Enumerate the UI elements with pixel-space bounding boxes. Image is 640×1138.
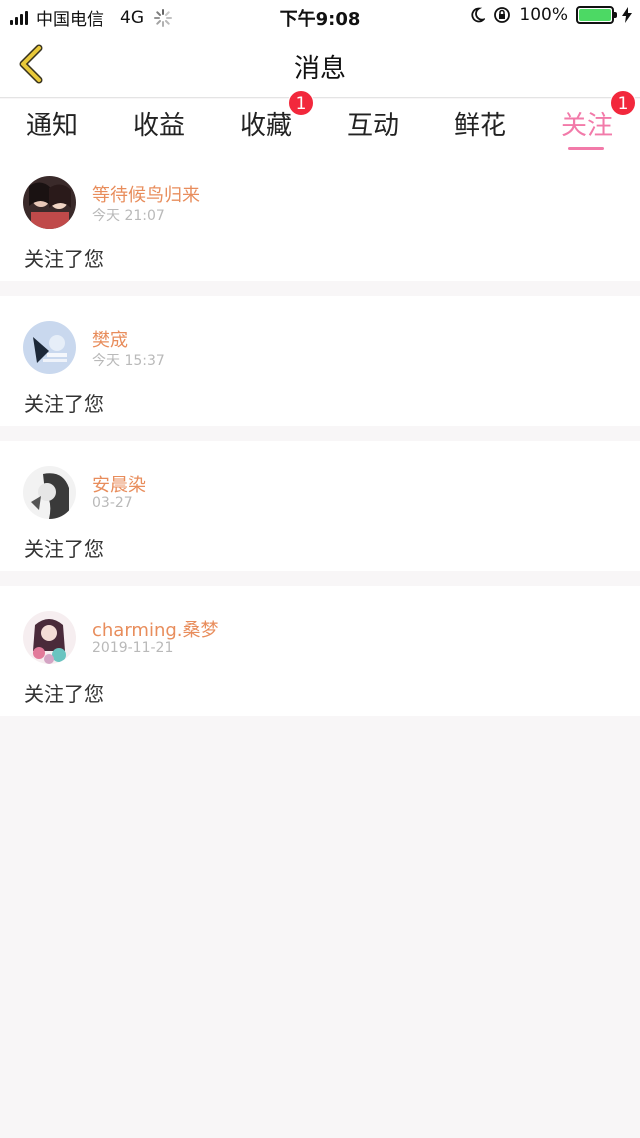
- tab-earnings[interactable]: 收益: [119, 105, 199, 142]
- nav-bar: 消息: [0, 32, 640, 98]
- tab-favorites[interactable]: 收藏 1: [226, 90, 314, 142]
- message-text: 关注了您: [24, 537, 104, 561]
- list-item[interactable]: 安晨染 03-27 关注了您: [0, 441, 640, 571]
- active-tab-indicator: [568, 147, 604, 150]
- page-title: 消息: [293, 54, 346, 84]
- sender-name[interactable]: charming.桑梦: [92, 616, 219, 642]
- tab-label: 通知: [25, 111, 78, 141]
- list-item[interactable]: 等待候鸟归来 今天 21:07 关注了您: [0, 151, 640, 281]
- sender-name[interactable]: 等待候鸟归来: [92, 181, 200, 207]
- avatar[interactable]: [23, 466, 76, 519]
- avatar[interactable]: [23, 611, 76, 664]
- tab-bar: 通知 收益 收藏 1 互动 鲜花 关注 1: [0, 90, 640, 151]
- tab-label: 收藏: [239, 111, 292, 141]
- battery-percent: 100%: [519, 5, 568, 25]
- status-bar: 中国电信 4G 下午9:08 100%: [0, 0, 640, 32]
- tab-interactions[interactable]: 互动: [333, 105, 413, 142]
- rotation-lock-icon: [494, 7, 511, 23]
- avatar[interactable]: [23, 176, 76, 229]
- tab-label: 收益: [132, 111, 185, 141]
- message-text: 关注了您: [24, 392, 104, 416]
- avatar[interactable]: [23, 321, 76, 374]
- tab-label: 鲜花: [453, 111, 506, 141]
- battery-fill: [579, 9, 611, 21]
- status-right: 100%: [469, 5, 632, 25]
- tab-notifications[interactable]: 通知: [12, 105, 92, 142]
- charging-bolt-icon: [622, 7, 632, 23]
- tab-label: 关注: [560, 111, 613, 141]
- moon-icon: [471, 7, 486, 23]
- message-text: 关注了您: [24, 682, 104, 706]
- message-time: 今天 21:07: [92, 208, 165, 224]
- message-text: 关注了您: [24, 247, 104, 271]
- message-time: 今天 15:37: [92, 353, 165, 369]
- unread-badge: 1: [288, 90, 314, 116]
- battery-icon: [576, 6, 617, 24]
- message-time: 2019-11-21: [92, 640, 174, 656]
- list-item[interactable]: charming.桑梦 2019-11-21 关注了您: [0, 586, 640, 716]
- list-item[interactable]: 樊宬 今天 15:37 关注了您: [0, 296, 640, 426]
- tab-follow[interactable]: 关注 1: [547, 90, 636, 150]
- message-list: 等待候鸟归来 今天 21:07 关注了您 樊宬 今天 15:37 关注了您 安晨…: [0, 151, 640, 731]
- sender-name[interactable]: 安晨染: [92, 471, 146, 497]
- tab-label: 互动: [346, 111, 399, 141]
- tab-flowers[interactable]: 鲜花: [440, 105, 520, 142]
- sender-name[interactable]: 樊宬: [92, 326, 128, 352]
- unread-badge: 1: [610, 90, 636, 116]
- message-time: 03-27: [92, 495, 133, 511]
